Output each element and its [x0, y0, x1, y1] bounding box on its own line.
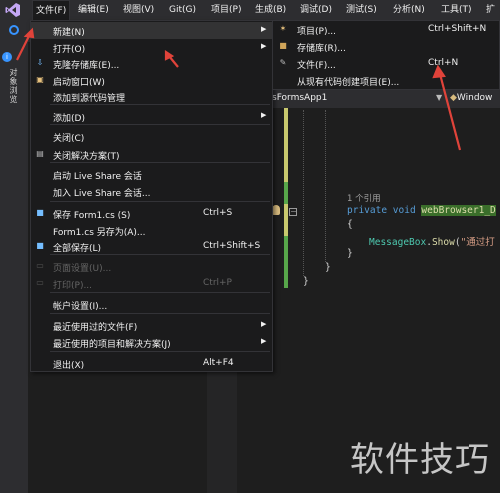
annotation-arrow: [16, 33, 31, 61]
annotation-arrow: [438, 73, 462, 151]
annotation-arrows: [16, 27, 462, 151]
watermark: 软件技巧: [350, 440, 490, 480]
annotation-arrowhead: [432, 64, 446, 79]
annotation-arrowhead: [23, 27, 35, 39]
